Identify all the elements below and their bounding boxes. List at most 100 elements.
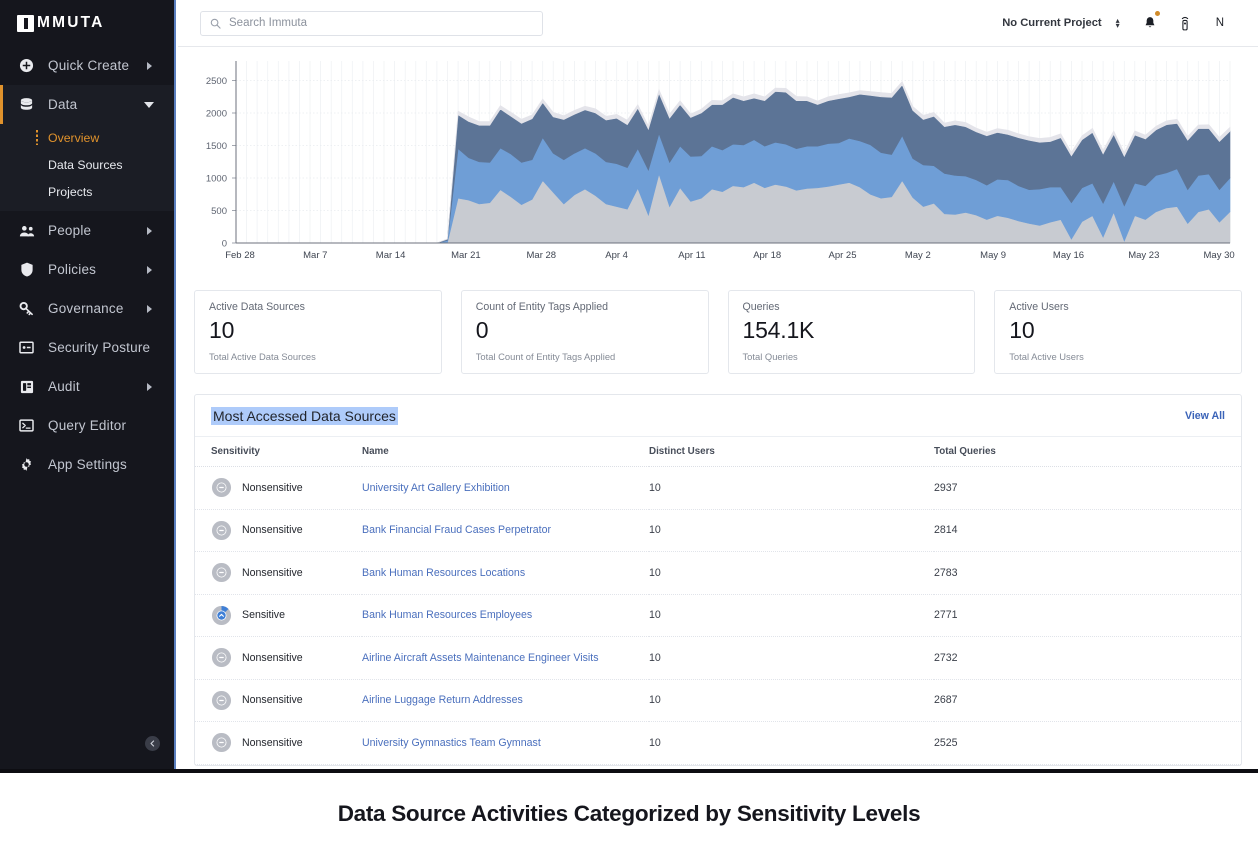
kpi-title: Active Users	[1009, 301, 1069, 313]
sidebar-item-policies[interactable]: Policies	[0, 250, 174, 289]
nonsensitive-icon	[211, 690, 232, 711]
stepper-updown-icon[interactable]: ▴ ▾	[1116, 17, 1120, 30]
table-row[interactable]: Sensitive Bank Human Resources Employees 1…	[195, 594, 1241, 637]
cell-sensitivity: Sensitive	[195, 594, 362, 637]
collapse-left-icon[interactable]	[145, 736, 160, 751]
application-window: MMUTA Quick Create Data Overview Data So…	[0, 0, 1258, 773]
data-source-link[interactable]: Bank Financial Fraud Cases Perpetrator	[362, 524, 551, 536]
sensitivity-badge: Nonsensitive	[211, 477, 362, 498]
sidebar-item-overview[interactable]: Overview	[0, 124, 174, 151]
data-source-link[interactable]: Airline Aircraft Assets Maintenance Engi…	[362, 652, 599, 664]
cell-total-queries: 2937	[934, 466, 1241, 510]
nonsensitive-icon	[211, 647, 232, 668]
svg-text:Mar 7: Mar 7	[303, 250, 327, 261]
cell-name: University Gymnastics Team Gymnast	[362, 721, 649, 765]
view-all-link[interactable]: View All	[1185, 410, 1225, 422]
cell-name: Bank Financial Fraud Cases Perpetrator	[362, 509, 649, 552]
svg-text:0: 0	[222, 238, 227, 249]
figure-caption: Data Source Activities Categorized by Se…	[0, 777, 1258, 850]
table-row[interactable]: Nonsensitive University Art Gallery Exhib…	[195, 466, 1241, 510]
cell-total-queries: 2814	[934, 509, 1241, 552]
data-sources-table: Sensitivity Name Distinct Users Total Qu…	[195, 437, 1241, 765]
cell-distinct-users: 10	[649, 679, 934, 722]
cell-name: University Art Gallery Exhibition	[362, 466, 649, 510]
cell-distinct-users: 10	[649, 509, 934, 552]
kpi-subtitle: Total Active Users	[1009, 351, 1084, 362]
sidebar-item-data-sources[interactable]: Data Sources	[0, 151, 174, 178]
figure-caption-text: Data Source Activities Categorized by Se…	[337, 800, 921, 826]
kpi-value: 154.1K	[742, 317, 815, 343]
app-logo-text: MMUTA	[37, 14, 105, 31]
table-row[interactable]: Nonsensitive Airline Aircraft Assets Main…	[195, 636, 1241, 680]
svg-text:2500: 2500	[206, 76, 227, 87]
cell-total-queries: 2525	[934, 721, 1241, 765]
data-source-link[interactable]: University Gymnastics Team Gymnast	[362, 737, 541, 749]
column-header-name[interactable]: Name	[362, 437, 649, 467]
cell-total-queries: 2771	[934, 594, 1241, 637]
svg-text:1000: 1000	[206, 173, 227, 184]
sidebar-item-label: Query Editor	[48, 418, 127, 433]
cell-sensitivity: Nonsensitive	[195, 721, 362, 765]
table-row[interactable]: Nonsensitive University Gymnastics Team G…	[195, 721, 1241, 765]
cell-name: Bank Human Resources Employees	[362, 594, 649, 637]
sidebar-item-label: Audit	[48, 379, 80, 394]
activity-area-chart-svg: 0 500 1000 1500 2000 2500 Feb 28 Mar 7 Mar 14 Mar…	[206, 61, 1235, 261]
table-row[interactable]: Nonsensitive Bank Financial Fraud Cases P…	[195, 509, 1241, 552]
data-source-link[interactable]: Bank Human Resources Locations	[362, 567, 525, 579]
shield-icon	[17, 260, 36, 279]
sensitivity-label: Nonsensitive	[242, 736, 303, 749]
svg-text:1500: 1500	[206, 141, 227, 152]
kpi-title: Queries	[742, 301, 780, 313]
app-logo[interactable]: MMUTA	[0, 0, 174, 46]
svg-text:May 30: May 30	[1204, 250, 1235, 261]
sidebar-item-app-settings[interactable]: App Settings	[0, 445, 174, 484]
svg-text:Apr 25: Apr 25	[829, 250, 857, 261]
sidebar-item-label: Governance	[48, 301, 124, 316]
search-box[interactable]	[200, 10, 543, 36]
sidebar-item-governance[interactable]: Governance	[0, 289, 174, 328]
current-project-label[interactable]: No Current Project	[1002, 17, 1101, 29]
svg-text:Apr 18: Apr 18	[753, 250, 781, 261]
sidebar-item-label: App Settings	[48, 457, 127, 472]
cell-sensitivity: Nonsensitive	[195, 551, 362, 595]
svg-text:Mar 28: Mar 28	[527, 250, 557, 261]
sensitivity-badge: Nonsensitive	[211, 732, 362, 753]
immuta-logo-icon	[17, 14, 34, 32]
sidebar-item-security-posture[interactable]: Security Posture	[0, 328, 174, 367]
sidebar-item-quick-create[interactable]: Quick Create	[0, 46, 174, 85]
data-source-link[interactable]: University Art Gallery Exhibition	[362, 482, 510, 494]
sidebar-item-data[interactable]: Data	[0, 85, 174, 124]
column-header-total-queries[interactable]: Total Queries	[934, 437, 1241, 467]
cell-name: Airline Luggage Return Addresses	[362, 679, 649, 722]
svg-text:Feb 28: Feb 28	[225, 250, 255, 261]
sidebar-item-people[interactable]: People	[0, 211, 174, 250]
sidebar-item-projects[interactable]: Projects	[0, 178, 174, 205]
data-source-link[interactable]: Bank Human Resources Employees	[362, 609, 532, 621]
search-input[interactable]	[229, 17, 533, 29]
people-icon	[17, 221, 36, 240]
chevron-right-icon	[147, 226, 152, 235]
kpi-title: Count of Entity Tags Applied	[475, 301, 609, 313]
avatar[interactable]: N	[1216, 17, 1224, 29]
sidebar-item-query-editor[interactable]: Query Editor	[0, 406, 174, 445]
table-row[interactable]: Nonsensitive Bank Human Resources Locatio…	[195, 551, 1241, 595]
gear-icon	[17, 455, 36, 474]
table-row[interactable]: Nonsensitive Airline Luggage Return Addre…	[195, 679, 1241, 722]
main-content: 0 500 1000 1500 2000 2500 Feb 28 Mar 7 Mar 14 Mar…	[178, 47, 1258, 769]
beacon-icon[interactable]	[1180, 16, 1190, 31]
column-header-sensitivity[interactable]: Sensitivity	[195, 437, 362, 467]
nonsensitive-icon	[211, 562, 232, 583]
svg-text:Apr 4: Apr 4	[605, 250, 628, 261]
svg-text:May 16: May 16	[1053, 250, 1084, 261]
sidebar-group-data: Data Overview Data Sources Projects	[0, 85, 174, 211]
bell-icon[interactable]	[1144, 11, 1160, 30]
terminal-icon	[17, 416, 36, 435]
data-source-link[interactable]: Airline Luggage Return Addresses	[362, 694, 523, 706]
kpi-subtitle: Total Count of Entity Tags Applied	[475, 351, 616, 362]
cell-sensitivity: Nonsensitive	[195, 636, 362, 680]
chevron-right-icon	[147, 382, 152, 391]
sensitivity-badge: Nonsensitive	[211, 690, 362, 711]
sidebar-item-audit[interactable]: Audit	[0, 367, 174, 406]
cell-name: Airline Aircraft Assets Maintenance Engi…	[362, 636, 649, 680]
column-header-distinct-users[interactable]: Distinct Users	[649, 437, 934, 467]
